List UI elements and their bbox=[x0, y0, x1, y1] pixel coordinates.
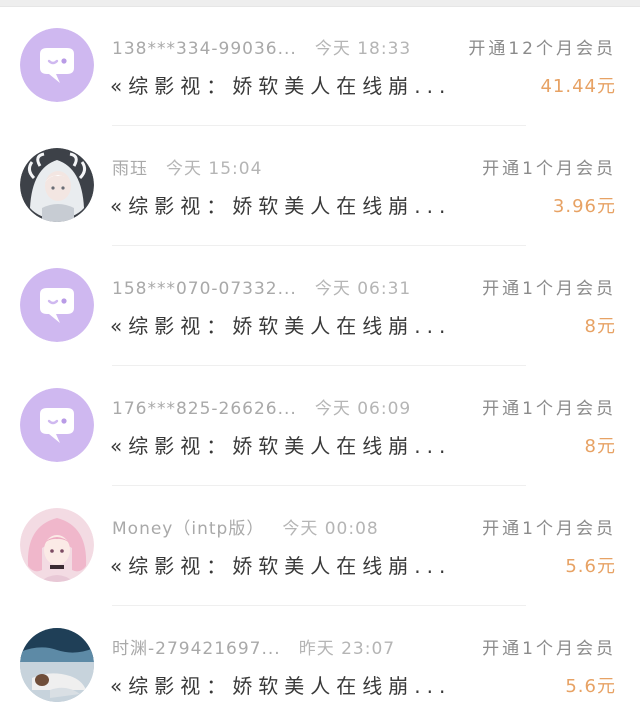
list-item[interactable]: 158***070-07332... 今天 06:31 开通1个月会员 «综影视：… bbox=[0, 246, 640, 366]
purchase-time: 今天 06:31 bbox=[314, 279, 412, 298]
purchase-time: 今天 18:33 bbox=[314, 39, 412, 58]
membership-plan: 开通1个月会员 bbox=[482, 399, 616, 419]
price: 8元 bbox=[584, 436, 616, 457]
purchase-time: 今天 00:08 bbox=[282, 519, 379, 538]
purchase-record-screen: 138***334-99036... 今天 18:33 开通12个月会员 «综影视… bbox=[0, 0, 640, 726]
pink-hair-anime-avatar[interactable] bbox=[20, 508, 94, 582]
buyer-name: Money（intp版） bbox=[112, 519, 265, 538]
book-title: «综影视：娇软美人在线崩... bbox=[110, 674, 450, 698]
chat-bubble-icon[interactable] bbox=[20, 268, 94, 342]
membership-plan: 开通12个月会员 bbox=[468, 39, 616, 59]
scenery-avatar[interactable] bbox=[20, 628, 94, 702]
list-item[interactable]: Money（intp版） 今天 00:08 开通1个月会员 «综影视：娇软美人在线… bbox=[0, 486, 640, 606]
price: 5.6元 bbox=[565, 556, 616, 577]
membership-plan: 开通1个月会员 bbox=[482, 639, 616, 659]
buyer-info: 138***334-99036... 今天 18:33 bbox=[112, 34, 452, 58]
price: 3.96元 bbox=[552, 196, 616, 217]
buyer-info: 雨珏 今天 15:04 bbox=[112, 154, 452, 178]
purchase-time: 今天 15:04 bbox=[166, 159, 263, 178]
book-title: «综影视：娇软美人在线崩... bbox=[110, 434, 450, 458]
buyer-info: 时渊-279421697... 昨天 23:07 bbox=[112, 634, 452, 658]
book-title: «综影视：娇软美人在线崩... bbox=[110, 314, 450, 338]
membership-plan: 开通1个月会员 bbox=[482, 159, 616, 179]
book-title: «综影视：娇软美人在线崩... bbox=[110, 194, 450, 218]
book-title: «综影视：娇软美人在线崩... bbox=[110, 554, 450, 578]
membership-plan: 开通1个月会员 bbox=[482, 519, 616, 539]
list-item[interactable]: 雨珏 今天 15:04 开通1个月会员 «综影视：娇软美人在线崩... 3.96元 bbox=[0, 126, 640, 246]
chat-bubble-icon[interactable] bbox=[20, 388, 94, 462]
buyer-name: 时渊-279421697... bbox=[112, 639, 281, 658]
chat-bubble-icon[interactable] bbox=[20, 28, 94, 102]
white-hair-anime-avatar[interactable] bbox=[20, 148, 94, 222]
book-title: «综影视：娇软美人在线崩... bbox=[110, 74, 450, 98]
list-item[interactable]: 时渊-279421697... 昨天 23:07 开通1个月会员 «综影视：娇软美… bbox=[0, 606, 640, 726]
buyer-info: Money（intp版） 今天 00:08 bbox=[112, 514, 452, 538]
buyer-name: 176***825-26626... bbox=[112, 399, 297, 418]
buyer-name: 158***070-07332... bbox=[112, 279, 297, 298]
purchase-time: 昨天 23:07 bbox=[298, 639, 396, 658]
list-item[interactable]: 176***825-26626... 今天 06:09 开通1个月会员 «综影视：… bbox=[0, 366, 640, 486]
purchase-time: 今天 06:09 bbox=[314, 399, 412, 418]
buyer-name: 138***334-99036... bbox=[112, 39, 297, 58]
list-item[interactable]: 138***334-99036... 今天 18:33 开通12个月会员 «综影视… bbox=[0, 6, 640, 126]
price: 5.6元 bbox=[565, 676, 616, 697]
price: 8元 bbox=[584, 316, 616, 337]
purchase-list: 138***334-99036... 今天 18:33 开通12个月会员 «综影视… bbox=[0, 6, 640, 726]
membership-plan: 开通1个月会员 bbox=[482, 279, 616, 299]
buyer-name: 雨珏 bbox=[112, 159, 148, 178]
buyer-info: 158***070-07332... 今天 06:31 bbox=[112, 274, 452, 298]
price: 41.44元 bbox=[540, 76, 616, 97]
buyer-info: 176***825-26626... 今天 06:09 bbox=[112, 394, 452, 418]
